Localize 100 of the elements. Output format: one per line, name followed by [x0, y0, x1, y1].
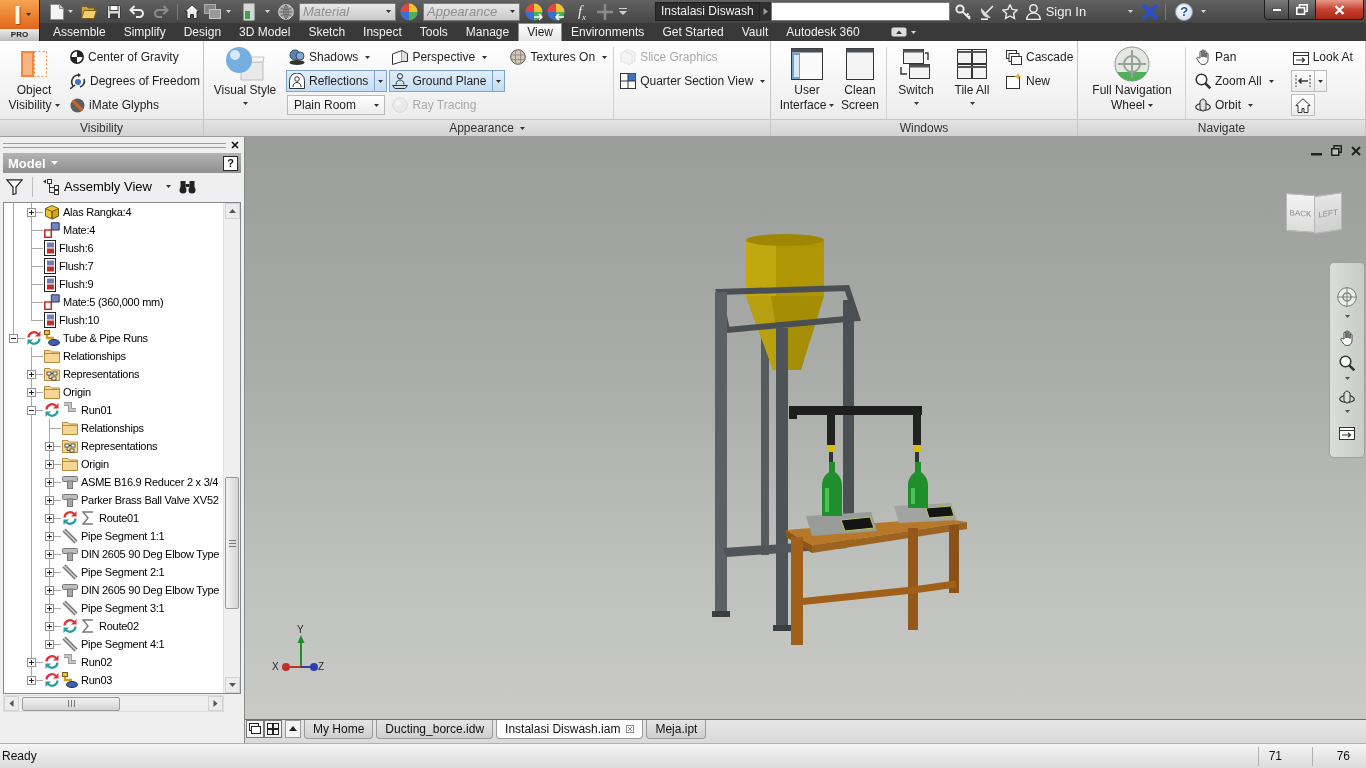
panel-toggle-icon[interactable]: [890, 27, 907, 37]
ribbon-tab[interactable]: 3D Model: [230, 23, 300, 41]
ribbon-button[interactable]: Object Visibility: [3, 45, 65, 113]
expand-icon[interactable]: [26, 675, 36, 685]
expand-icon[interactable]: [44, 621, 54, 631]
caret-icon[interactable]: [1201, 10, 1207, 13]
tree-item[interactable]: Mate:4: [63, 224, 96, 236]
search-field[interactable]: [770, 2, 950, 21]
customize-caret-icon[interactable]: [619, 8, 627, 15]
ribbon-button[interactable]: Textures On: [507, 45, 612, 69]
tree-item[interactable]: Flush:10: [59, 314, 100, 326]
ribbon-tab[interactable]: Environments: [562, 23, 654, 41]
tree-item[interactable]: DIN 2605 90 Deg Elbow Type: [81, 584, 220, 596]
ribbon-button[interactable]: Tile All: [944, 45, 1000, 105]
home-icon[interactable]: [184, 4, 200, 19]
material-field[interactable]: Material: [303, 4, 385, 19]
crosshair-icon[interactable]: [597, 3, 613, 20]
tree-item[interactable]: Pipe Segment 1:1: [81, 530, 165, 542]
toggle-button[interactable]: Reflections: [286, 70, 388, 92]
tree-item[interactable]: Route01: [99, 512, 139, 524]
document-tab[interactable]: Instalasi Diswash.iam: [496, 720, 644, 740]
expand-icon[interactable]: [44, 459, 54, 469]
tree-item[interactable]: Tube & Pipe Runs: [63, 332, 148, 344]
ribbon-tab[interactable]: Design: [174, 23, 231, 41]
navigation-wheel-icon[interactable]: [1337, 287, 1357, 307]
ribbon-button[interactable]: Visual Style: [210, 45, 280, 105]
help-button[interactable]: ?: [1175, 2, 1194, 21]
document-bar-icon[interactable]: [243, 2, 255, 21]
application-menu-button[interactable]: I PRO: [0, 0, 40, 41]
ribbon-button[interactable]: Cascade: [1003, 45, 1077, 69]
stacked-squares-icon[interactable]: [204, 4, 221, 19]
expand-icon[interactable]: [44, 477, 54, 487]
tree-item[interactable]: ASME B16.9 Reducer 2 x 3/4: [81, 476, 219, 488]
tree-item[interactable]: Run03: [81, 674, 113, 686]
restore-button[interactable]: [1289, 0, 1316, 20]
caret-icon[interactable]: [1128, 10, 1134, 13]
ribbon-button[interactable]: iMate Glyphs: [67, 93, 163, 117]
ribbon-button[interactable]: Look At: [1289, 45, 1356, 69]
caret-icon[interactable]: [1344, 410, 1350, 413]
help-button[interactable]: ?: [223, 155, 238, 171]
restore-icon[interactable]: [1331, 145, 1342, 156]
toggle-button[interactable]: Ground Plane: [389, 70, 506, 92]
ribbon-button[interactable]: Center of Gravity: [67, 45, 182, 69]
icon-button[interactable]: [1290, 70, 1327, 92]
sign-in-button[interactable]: Sign In: [1025, 3, 1087, 20]
caret-icon[interactable]: [1344, 377, 1350, 380]
expand-icon[interactable]: [26, 207, 36, 217]
close-button[interactable]: [1316, 0, 1364, 20]
material-dropdown[interactable]: Material: [299, 2, 396, 21]
ribbon-button[interactable]: Full Navigation Wheel: [1083, 45, 1181, 113]
ribbon-button[interactable]: Quarter Section View: [617, 69, 770, 93]
open-folder-icon[interactable]: [81, 4, 97, 19]
ribbon-button[interactable]: Switch: [892, 45, 940, 105]
tree-item[interactable]: Representations: [63, 368, 140, 380]
color-ball-icon[interactable]: [400, 2, 418, 21]
ribbon-button[interactable]: Clean Screen: [837, 45, 883, 113]
undo-icon[interactable]: [129, 5, 145, 18]
ribbon-tab[interactable]: Sketch: [299, 23, 355, 41]
tree-item[interactable]: Pipe Segment 3:1: [81, 602, 165, 614]
minimize-button[interactable]: [1264, 0, 1289, 20]
cascade-windows-icon[interactable]: [246, 720, 264, 739]
expand-icon[interactable]: [44, 585, 54, 595]
expand-icon[interactable]: [44, 603, 54, 613]
tree-item[interactable]: Route02: [99, 620, 139, 632]
expand-icon[interactable]: [44, 567, 54, 577]
tiled-windows-icon[interactable]: [264, 720, 282, 739]
expand-icon[interactable]: [44, 639, 54, 649]
expand-icon[interactable]: [26, 387, 36, 397]
document-tab[interactable]: My Home: [304, 720, 374, 740]
vertical-scrollbar[interactable]: [223, 203, 240, 693]
tree-item[interactable]: DIN 2605 90 Deg Elbow Type: [81, 548, 220, 560]
ribbon-tab[interactable]: Manage: [456, 23, 519, 41]
close-icon[interactable]: [1351, 146, 1361, 156]
caret-icon[interactable]: [910, 30, 916, 34]
scrollbar-thumb[interactable]: [22, 696, 120, 711]
tree-item[interactable]: Relationships: [81, 422, 144, 434]
ribbon-tab[interactable]: Tools: [410, 23, 457, 41]
icon-button[interactable]: [1290, 94, 1315, 116]
star-icon[interactable]: [1001, 3, 1018, 20]
look-at-icon[interactable]: [1339, 425, 1355, 440]
expand-icon[interactable]: [44, 441, 54, 451]
new-document-icon[interactable]: [50, 3, 64, 20]
ribbon-button[interactable]: Degrees of Freedom: [67, 69, 204, 93]
tree-item[interactable]: Pipe Segment 4:1: [81, 638, 165, 650]
collapse-icon[interactable]: [26, 405, 36, 415]
tree-item[interactable]: Pipe Segment 2:1: [81, 566, 165, 578]
caret-icon[interactable]: [226, 10, 231, 13]
ribbon-button[interactable]: Pan: [1192, 45, 1240, 69]
appearance-field[interactable]: Appearance: [427, 4, 509, 19]
ribbon-tab[interactable]: Get Started: [653, 23, 733, 41]
function-button[interactable]: f$_{x}$: [573, 2, 591, 21]
caret-icon[interactable]: [1344, 315, 1350, 318]
caret-icon[interactable]: [386, 10, 391, 13]
expand-icon[interactable]: [26, 657, 36, 667]
document-tab[interactable]: Meja.ipt: [646, 720, 707, 740]
orbit-icon[interactable]: [1339, 390, 1355, 404]
horizontal-scrollbar[interactable]: [3, 695, 224, 712]
tree-item[interactable]: Parker Brass Ball Valve XV52: [81, 494, 219, 506]
tree-item[interactable]: Flush:6: [59, 242, 94, 254]
scrollbar-thumb[interactable]: [225, 477, 239, 609]
